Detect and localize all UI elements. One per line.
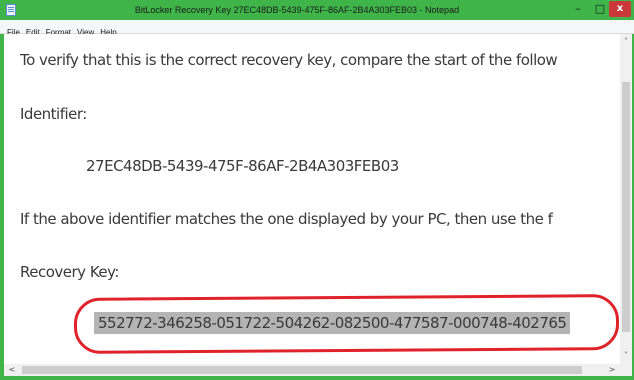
highlight-ring-annotation	[73, 294, 620, 354]
recovery-key-label: Recovery Key:	[20, 263, 119, 281]
vertical-scrollbar[interactable]: ˄ ˅	[620, 34, 632, 364]
text-line-match-instructions: If the above identifier matches the one …	[20, 210, 553, 228]
scroll-down-arrow-icon[interactable]: ˅	[620, 350, 632, 362]
minimize-button[interactable]: –	[565, 0, 591, 18]
window-title: BitLocker Recovery Key 27EC48DB-5439-475…	[134, 5, 460, 15]
horizontal-scrollbar[interactable]: < >	[4, 364, 620, 376]
close-button[interactable]: x	[609, 1, 631, 17]
text-line-instructions: To verify that this is the correct recov…	[20, 51, 558, 69]
maximize-button[interactable]: □	[591, 0, 609, 18]
title-bar[interactable]: BitLocker Recovery Key 27EC48DB-5439-475…	[0, 0, 634, 20]
identifier-label: Identifier:	[20, 105, 87, 123]
identifier-value: 27EC48DB-5439-475F-86AF-2B4A303FEB03	[86, 157, 399, 175]
scroll-left-arrow-icon[interactable]: <	[6, 364, 18, 376]
scrollbar-corner	[620, 364, 632, 376]
horizontal-scroll-thumb[interactable]	[22, 366, 582, 374]
notepad-icon[interactable]	[6, 4, 16, 16]
text-editor[interactable]: To verify that this is the correct recov…	[4, 34, 620, 364]
notepad-window: BitLocker Recovery Key 27EC48DB-5439-475…	[0, 0, 634, 380]
menu-bar: File Edit Format View Help	[0, 20, 634, 37]
scroll-right-arrow-icon[interactable]: >	[606, 364, 618, 376]
scroll-up-arrow-icon[interactable]: ˄	[620, 36, 632, 48]
vertical-scroll-thumb[interactable]	[622, 82, 630, 332]
